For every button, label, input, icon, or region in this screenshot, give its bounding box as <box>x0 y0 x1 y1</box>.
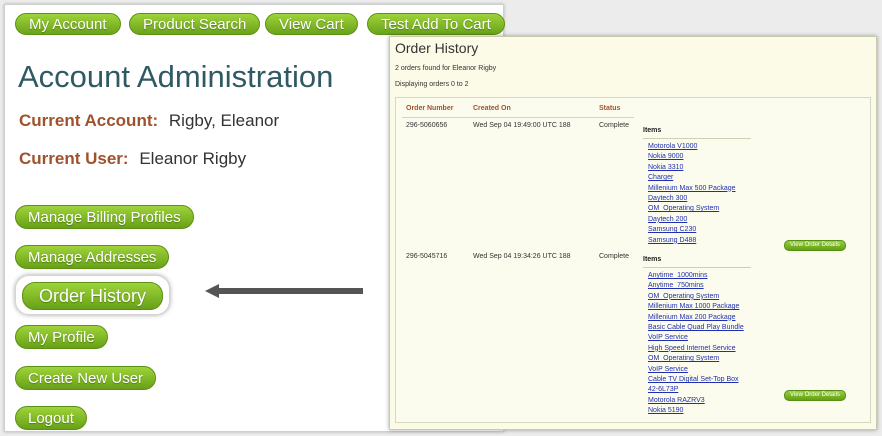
displaying-orders-text: Displaying orders 0 to 2 <box>395 81 469 88</box>
column-header-order-number: Order Number <box>406 105 454 112</box>
arrow-left-icon <box>205 284 363 298</box>
order-item-link[interactable]: 42-6L73P <box>648 386 678 393</box>
nav-view-cart-button[interactable]: View Cart <box>265 13 358 35</box>
current-user-value: Eleanor Rigby <box>139 149 247 168</box>
order-item-link[interactable]: Samsung C230 <box>648 226 696 233</box>
order-item-link[interactable]: Cable TV Digital Set-Top Box <box>648 376 739 383</box>
logout-button[interactable]: Logout <box>15 406 87 430</box>
current-account-value: Rigby, Eleanor <box>168 111 280 130</box>
order-item-link[interactable]: Millenium Max 1000 Package <box>648 303 739 310</box>
current-account-row: Current Account: Rigby, Eleanor <box>19 111 279 131</box>
view-order-details-button[interactable]: View Order Details <box>784 390 846 401</box>
create-new-user-button[interactable]: Create New User <box>15 366 157 390</box>
order-item-link[interactable]: VoIP Service <box>648 334 688 341</box>
order-item-link[interactable]: Millenium Max 200 Package <box>648 314 736 321</box>
order-history-button-label: Order History <box>22 282 164 310</box>
items-divider <box>643 138 751 139</box>
order-history-panel: Order History 2 orders found for Eleanor… <box>389 36 877 430</box>
order-item-link[interactable]: Charger <box>648 174 673 181</box>
column-header-status: Status <box>599 105 621 112</box>
order-number-cell: 296-5045716 <box>406 253 448 260</box>
order-number-cell: 296-5060656 <box>406 122 448 129</box>
order-item-link[interactable]: Basic Cable Quad Play Bundle <box>648 324 744 331</box>
order-item-link[interactable]: Daytech 300 <box>648 195 687 202</box>
items-heading: Items <box>643 127 662 134</box>
manage-addresses-button[interactable]: Manage Addresses <box>15 245 170 269</box>
page-title: Account Administration <box>18 59 334 94</box>
order-item-link[interactable]: Samsung D488 <box>648 237 696 244</box>
order-created-cell: Wed Sep 04 19:49:00 UTC 188 <box>473 122 571 129</box>
order-item-link[interactable]: Nokia 9000 <box>648 153 683 160</box>
order-item-link[interactable]: VoIP Service <box>648 366 688 373</box>
current-user-label: Current User: <box>19 149 129 168</box>
orders-found-text: 2 orders found for Eleanor Rigby <box>395 65 497 72</box>
nav-my-account-button[interactable]: My Account <box>15 13 121 35</box>
order-table: Order Number Created On Status 296-50606… <box>395 97 871 423</box>
order-item-link[interactable]: Anytime_750mins <box>648 282 704 289</box>
order-item-link[interactable]: Nokia 3310 <box>648 164 683 171</box>
order-history-title: Order History <box>395 40 479 56</box>
manage-billing-profiles-button[interactable]: Manage Billing Profiles <box>15 205 194 229</box>
order-item-link[interactable]: OM_Operating System <box>648 293 719 300</box>
items-divider <box>643 267 751 268</box>
order-item-link[interactable]: OM_Operating System <box>648 205 719 212</box>
order-item-link[interactable]: Nokia 5190 <box>648 407 683 414</box>
order-item-link[interactable]: Millenium Max 500 Package <box>648 185 736 192</box>
nav-test-add-to-cart-button[interactable]: Test Add To Cart <box>367 13 505 35</box>
order-status-cell: Complete <box>599 122 629 129</box>
order-item-link[interactable]: OM_Operating System <box>648 355 719 362</box>
order-item-link[interactable]: High Speed Internet Service <box>648 345 736 352</box>
column-header-created-on: Created On <box>473 105 511 112</box>
order-item-link[interactable]: Motorola RAZRV3 <box>648 397 705 404</box>
nav-product-search-button[interactable]: Product Search <box>129 13 261 35</box>
order-created-cell: Wed Sep 04 19:34:26 UTC 188 <box>473 253 571 260</box>
order-status-cell: Complete <box>599 253 629 260</box>
order-history-button[interactable]: Order History <box>15 275 171 315</box>
order-item-link[interactable]: Anytime_1000mins <box>648 272 708 279</box>
items-heading: Items <box>643 256 662 263</box>
current-account-label: Current Account: <box>19 111 159 130</box>
view-order-details-button[interactable]: View Order Details <box>784 240 846 251</box>
order-item-link[interactable]: Daytech 200 <box>648 216 687 223</box>
header-divider <box>402 117 634 118</box>
current-user-row: Current User: Eleanor Rigby <box>19 149 246 169</box>
order-item-link[interactable]: Motorola V1000 <box>648 143 697 150</box>
my-profile-button[interactable]: My Profile <box>15 325 108 349</box>
